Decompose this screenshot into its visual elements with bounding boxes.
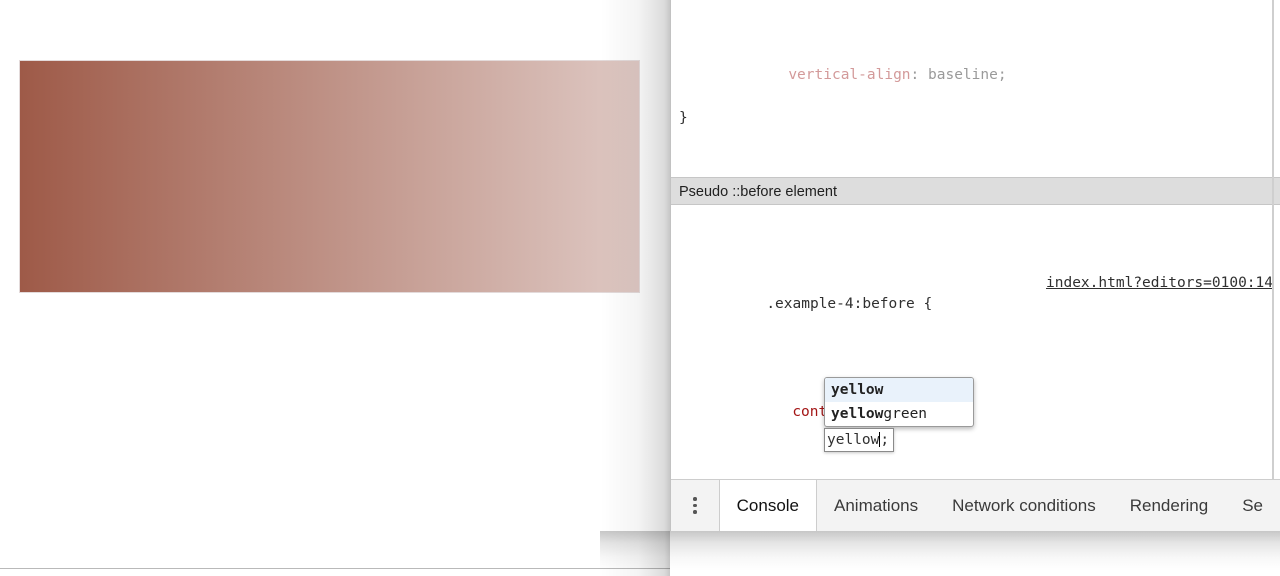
section-header-label: Pseudo ::before element [679,183,837,200]
pseudo-before-rule: .example-4:before { index.html?editors=0… [671,205,1280,479]
devtools-bottom-shadow [600,531,1280,571]
styles-pane-scrollbar[interactable] [1272,0,1274,479]
colon: : [910,66,928,83]
autocomplete-option-yellow[interactable]: yellow [825,378,973,402]
drawer-tab-label: Network conditions [952,495,1096,515]
property-value: baseline; [928,66,1007,83]
autocomplete-dropdown[interactable]: yellow yellowgreen [824,377,974,427]
truncated-rule: vertical-align: baseline; } [671,0,1280,173]
property-name: vertical-align [788,66,911,83]
brace-text: } [679,109,688,126]
drawer-tab-bar: Console Animations Network conditions Re… [671,479,1280,531]
declaration-row[interactable]: position: absolute; [679,467,1280,479]
gradient-demo-box [19,60,640,293]
declaration-row[interactable]: vertical-align: baseline; [679,43,1280,83]
source-link-pseudo[interactable]: index.html?editors=0100:14 [1046,273,1273,295]
drawer-tab-animations[interactable]: Animations [817,480,935,531]
drawer-tab-security[interactable]: Se [1225,480,1280,531]
autocomplete-option-suffix: green [883,406,928,422]
drawer-tab-console[interactable]: Console [718,480,818,531]
drawer-tab-label: Animations [834,495,919,515]
screen: vertical-align: baseline; } Pseudo ::bef… [0,0,1280,576]
more-vertical-icon [693,497,697,514]
page-bottom-divider [0,568,670,569]
declaration-row[interactable]: content: ""; [679,381,1280,420]
autocomplete-option-yellowgreen[interactable]: yellowgreen [825,402,973,426]
inline-editor-value: yellow [827,432,880,448]
closing-brace: } [679,108,1280,130]
drawer-tab-label: Se [1242,495,1263,515]
autocomplete-option-prefix: yellow [831,406,884,422]
rule-selector-row[interactable]: .example-4:before { index.html?editors=0… [679,273,1280,313]
drawer-tab-label: Rendering [1129,495,1209,515]
drawer-tab-rendering[interactable]: Rendering [1113,480,1225,531]
more-options-button[interactable] [671,480,719,531]
autocomplete-option-prefix: yellow [831,382,884,398]
devtools-panel: vertical-align: baseline; } Pseudo ::bef… [670,0,1280,531]
rendered-page [0,0,670,576]
rule-selector[interactable]: .example-4:before { [766,296,932,312]
drawer-tab-network-conditions[interactable]: Network conditions [935,480,1113,531]
property-value-input[interactable]: yellow; [824,428,894,452]
inline-editor-trailing: ; [880,432,890,448]
pseudo-element-section-header: Pseudo ::before element [671,176,1280,205]
styles-pane[interactable]: vertical-align: baseline; } Pseudo ::bef… [671,0,1280,479]
drawer-tab-label: Console [736,495,800,515]
